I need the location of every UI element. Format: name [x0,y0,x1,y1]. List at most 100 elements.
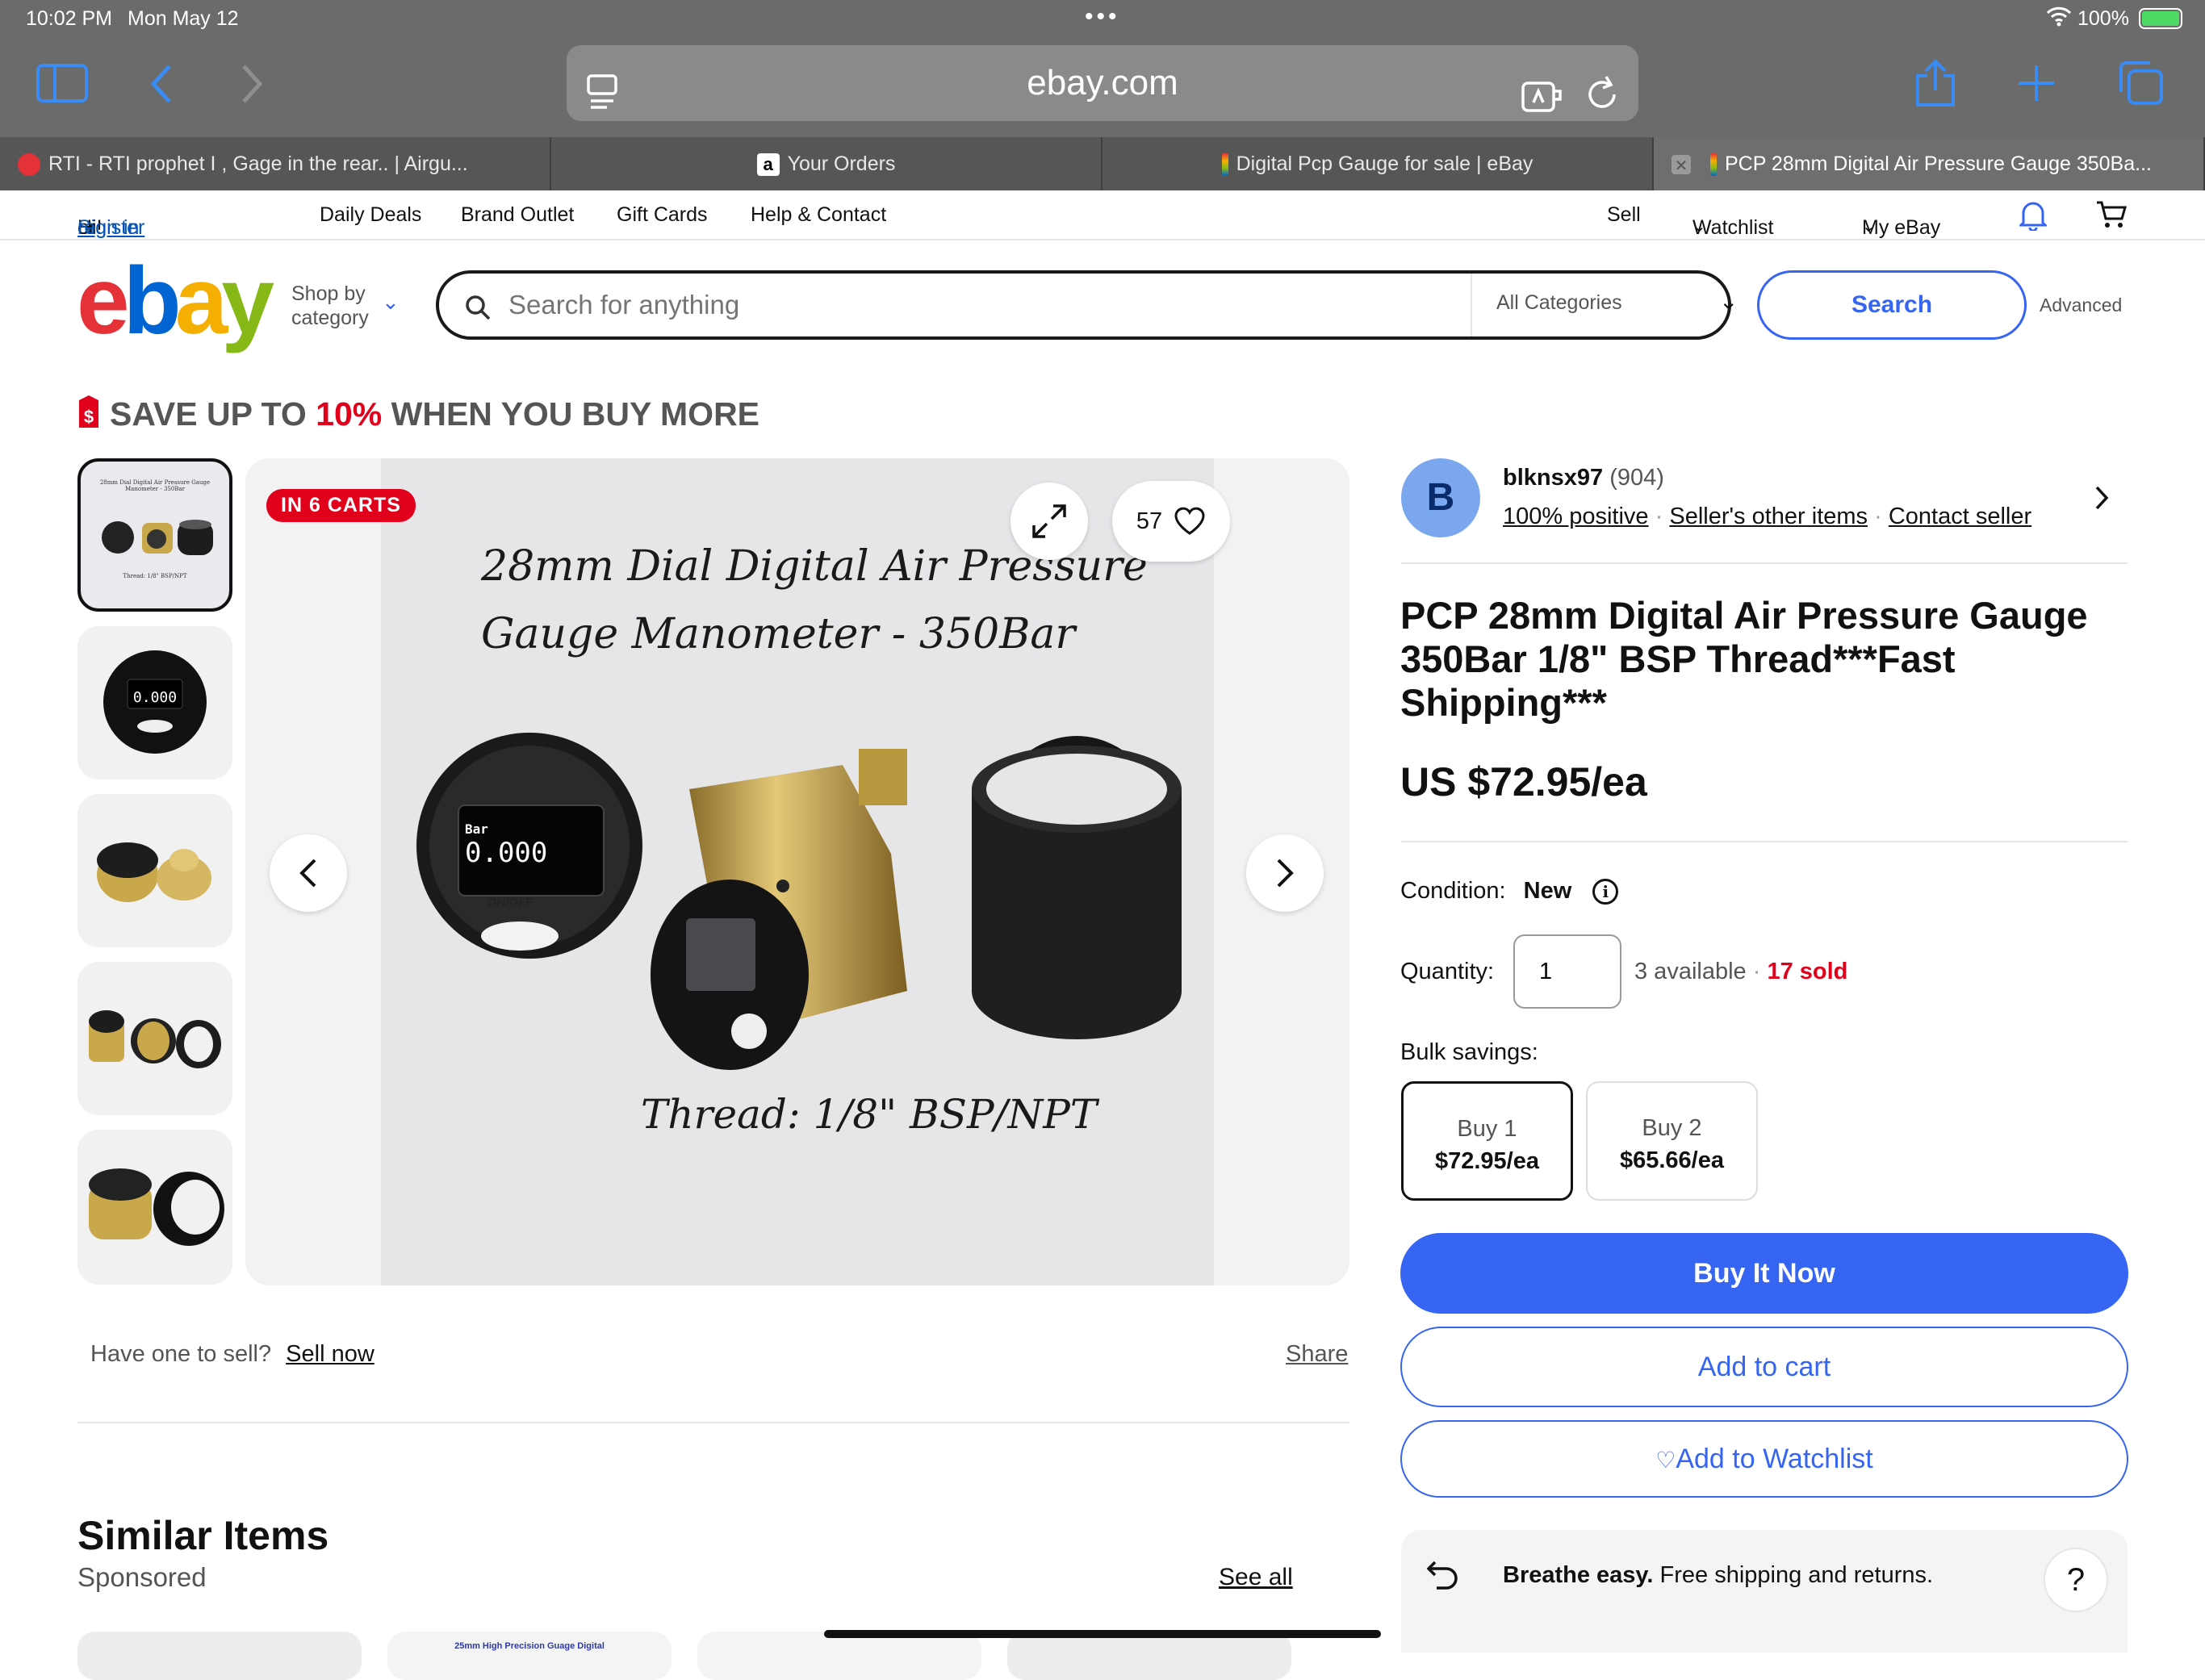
image-thread-text: Thread: 1/8" BSP/NPT [641,1091,1098,1138]
sell-now-link[interactable]: Sell now [286,1341,374,1367]
sidebar-toggle-icon[interactable] [36,63,89,107]
browser-tab-3[interactable]: Digital Pcp Gauge for sale | eBay [1102,137,1654,190]
info-icon[interactable]: i [1592,879,1619,905]
nav-sell[interactable]: Sell [1607,203,1641,227]
guarantee-panel: Breathe easy. Free shipping and returns.… [1401,1530,2128,1653]
shop-by-category[interactable]: Shop by category ⌄ [291,282,400,330]
buy-it-now-button[interactable]: Buy It Now [1400,1233,2128,1314]
thumbnail-2[interactable]: 0.000 [77,626,232,779]
bell-icon[interactable] [2018,199,2048,236]
close-tab-icon[interactable]: ✕ [1672,155,1691,175]
display-value: 0.000 [465,837,548,869]
search-input[interactable] [508,280,1235,330]
address-bar[interactable]: ebay.com [567,45,1638,121]
add-to-cart-button[interactable]: Add to cart [1400,1327,2128,1407]
item-title: PCP 28mm Digital Air Pressure Gauge 350B… [1400,594,2127,725]
search-icon [465,295,491,324]
availability: 3 available · 17 sold [1634,959,1848,984]
divider [1401,562,2128,564]
item-title-line-2: 350Bar 1/8" BSP Thread***Fast [1400,637,1956,680]
gauge-set-icon [89,1010,221,1068]
help-button[interactable]: ? [2044,1548,2108,1612]
browser-tab-1[interactable]: RTI - RTI prophet I , Gage in the rear..… [0,137,551,190]
sell-question: Have one to sell? [90,1341,272,1367]
promo-text: SAVE UP TO [110,395,316,433]
nav-brand-outlet[interactable]: Brand Outlet [461,203,574,227]
logo-letter-y: y [221,248,274,354]
gauge-brass-icon [97,842,211,902]
similar-item-card[interactable] [77,1632,362,1680]
category-select[interactable]: All Categories ⌄ [1496,289,1738,315]
contact-seller-link[interactable]: Contact seller [1889,504,2031,529]
sponsored-label: Sponsored [77,1562,207,1592]
forward-icon[interactable] [236,61,268,111]
similar-item-card[interactable] [697,1632,981,1680]
chevron-right-icon [1277,859,1294,888]
tab-overview-icon[interactable] [2116,60,2165,111]
register-link[interactable]: register [77,216,144,240]
expand-button[interactable] [1010,483,1088,560]
search-bar: All Categories ⌄ [436,270,1738,340]
browser-tab-2[interactable]: a Your Orders [551,137,1102,190]
status-time: 10:02 PM [26,7,113,30]
search-button[interactable]: Search [1757,270,2027,340]
translate-icon[interactable] [1521,65,1564,140]
bulk-option-buy-2[interactable]: Buy 2 $65.66/ea [1586,1081,1758,1201]
battery-icon [2139,8,2182,29]
promo-text: WHEN YOU BUY MORE [382,395,760,433]
home-indicator[interactable] [824,1630,1381,1638]
available-count: 3 available [1634,959,1747,984]
gauge-illustration [416,733,1182,1070]
chevron-right-icon[interactable] [2094,484,2110,516]
seller-name: blknsx97 [1503,465,1604,491]
thumbnail-5[interactable] [77,1130,232,1285]
bulk-label: Buy 2 [1642,1115,1702,1141]
status-bar: 10:02 PM Mon May 12 ••• 100% [0,0,2205,39]
reader-icon[interactable] [586,63,618,139]
next-image-button[interactable] [1246,834,1324,912]
similar-items-title: Similar Items [77,1513,329,1558]
heart-icon: ♡ [1655,1448,1676,1473]
reload-icon[interactable] [1585,63,1621,139]
back-icon[interactable] [145,61,178,111]
promo-percent: 10% [316,395,383,433]
share-link[interactable]: Share [1286,1341,1348,1368]
thumbnail-1[interactable]: 28mm Dial Digital Air Pressure Gauge Man… [77,458,232,612]
chevron-left-icon [299,859,316,888]
cart-icon[interactable] [2095,200,2128,235]
thumbnail-3[interactable] [77,794,232,947]
advanced-search-link[interactable]: Advanced [2040,295,2122,316]
wifi-icon [2046,5,2072,33]
similar-item-card[interactable]: 25mm High Precision Guage Digital [387,1632,672,1680]
heart-icon [1174,507,1205,535]
previous-image-button[interactable] [270,834,347,912]
thumbnail-caption: Thread: 1/8" BSP/NPT [123,573,187,579]
sold-count: 17 sold [1767,959,1848,984]
main-product-image[interactable]: IN 6 CARTS 28mm Dial Digital Air Pressur… [245,458,1349,1285]
multitask-dots-icon[interactable]: ••• [1085,3,1120,31]
tab-label: RTI - RTI prophet I , Gage in the rear..… [48,153,468,175]
nav-help-contact[interactable]: Help & Contact [751,203,886,227]
browser-tab-4-active[interactable]: ✕ PCP 28mm Digital Air Pressure Gauge 350… [1654,137,2205,190]
seller-other-items-link[interactable]: Seller's other items [1669,504,1868,529]
similar-item-card[interactable] [1007,1632,1291,1680]
watch-button[interactable]: 57 [1112,481,1230,562]
see-all-link[interactable]: See all [1219,1564,1293,1591]
quantity-input[interactable] [1513,934,1621,1009]
nav-daily-deals[interactable]: Daily Deals [320,203,421,227]
add-to-watchlist-button[interactable]: ♡Add to Watchlist [1400,1420,2128,1498]
bulk-option-buy-1[interactable]: Buy 1 $72.95/ea [1401,1081,1573,1201]
svg-text:0.000: 0.000 [133,689,177,706]
seller-avatar[interactable]: B [1401,458,1480,537]
expand-icon [1032,504,1066,538]
new-tab-icon[interactable] [2016,63,2056,107]
nav-gift-cards[interactable]: Gift Cards [617,203,708,227]
ebay-logo[interactable]: ebay [77,253,274,349]
chevron-down-icon: ⌄ [382,290,400,314]
seller-name-row[interactable]: blknsx97 (904) [1503,465,1664,491]
share-icon[interactable] [1913,58,1958,112]
thumbnail-4[interactable] [77,962,232,1115]
item-title-line-3: Shipping*** [1400,681,1607,724]
ebay-favicon-icon [1221,153,1228,177]
seller-positive-link[interactable]: 100% positive [1503,504,1649,529]
